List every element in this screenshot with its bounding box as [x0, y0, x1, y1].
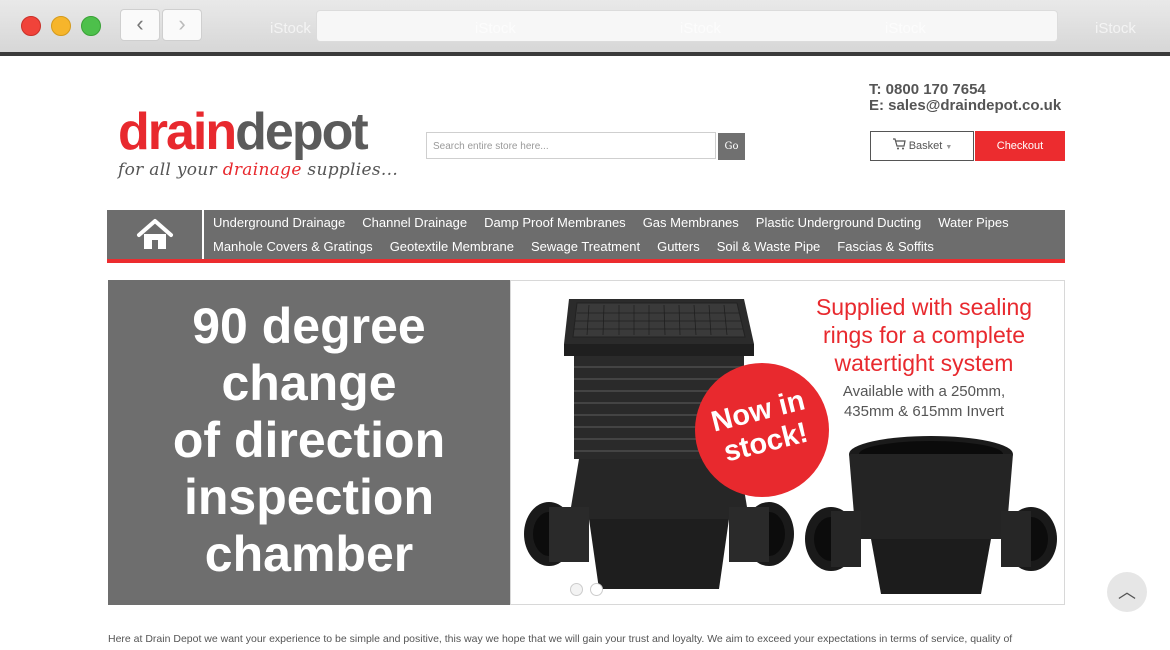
watermark: iStock [475, 20, 516, 37]
nav-row-2: Manhole Covers & Gratings Geotextile Memb… [213, 239, 951, 254]
basket-button[interactable]: Basket ▼ [870, 131, 974, 161]
invert-sizes-text: Available with a 250mm, 435mm & 615mm In… [829, 382, 1019, 422]
tagline-pre: for all your [118, 160, 223, 180]
nav-item-gutters[interactable]: Gutters [657, 239, 700, 254]
chevron-right-icon: › [178, 11, 186, 36]
nav-row-1: Underground Drainage Channel Drainage Damp… [213, 215, 1026, 230]
basket-label: Basket [908, 140, 943, 152]
logo-drain: drain [118, 103, 237, 161]
cart-icon [892, 138, 906, 150]
headline-line: 90 degree [192, 298, 426, 354]
nav-item-channel-drainage[interactable]: Channel Drainage [362, 215, 467, 230]
nav-item-water-pipes[interactable]: Water Pipes [938, 215, 1008, 230]
caret-down-icon: ▼ [945, 144, 953, 151]
main-navigation: Underground Drainage Channel Drainage Damp… [107, 210, 1065, 260]
in-stock-badge: Now in stock! [695, 363, 829, 497]
nav-item-gas-membranes[interactable]: Gas Membranes [643, 215, 739, 230]
scroll-to-top-button[interactable]: ︿ [1107, 572, 1147, 612]
nav-accent-bar [107, 259, 1065, 263]
badge-text: Now in stock! [689, 380, 835, 475]
logo-depot: depot [235, 103, 369, 161]
headline-line: inspection [183, 469, 435, 525]
tagline-accent: drainage [222, 160, 302, 180]
supplied-line: rings for a complete [823, 322, 1025, 348]
logo-wordmark: draindepot [118, 106, 398, 158]
slider-dot-active[interactable] [590, 583, 603, 596]
nav-item-manhole-covers[interactable]: Manhole Covers & Gratings [213, 239, 373, 254]
hero-banner-image[interactable]: Now in stock! Supplied with sealing ring… [510, 280, 1065, 605]
available-line: 435mm & 615mm Invert [843, 403, 1005, 420]
headline-line: change [221, 355, 397, 411]
nav-item-damp-proof-membranes[interactable]: Damp Proof Membranes [484, 215, 626, 230]
chevron-up-icon: ︿ [1118, 582, 1136, 602]
back-button[interactable]: ‹ [120, 9, 160, 41]
nav-item-sewage-treatment[interactable]: Sewage Treatment [531, 239, 640, 254]
available-line: Available with a 250mm, [842, 383, 1006, 400]
sealing-rings-text: Supplied with sealing rings for a comple… [799, 293, 1049, 377]
logo-tagline: for all your drainage supplies... [118, 160, 398, 180]
tagline-post: supplies... [301, 160, 399, 180]
forward-button[interactable]: › [162, 9, 202, 41]
supplied-line: Supplied with sealing [815, 294, 1033, 320]
hero-headline: 90 degree change of direction inspection… [108, 298, 510, 583]
close-window-button[interactable] [21, 16, 41, 36]
home-icon [137, 219, 173, 249]
watermark: iStock [680, 20, 721, 37]
search-button[interactable]: Go [718, 133, 745, 160]
toolbar-divider [0, 52, 1170, 56]
intro-paragraph: Here at Drain Depot we want your experie… [108, 633, 1013, 645]
nav-item-geotextile-membrane[interactable]: Geotextile Membrane [390, 239, 514, 254]
site-logo[interactable]: draindepot for all your drainage supplie… [118, 106, 398, 180]
maximize-window-button[interactable] [81, 16, 101, 36]
nav-item-underground-drainage[interactable]: Underground Drainage [213, 215, 345, 230]
checkout-button[interactable]: Checkout [975, 131, 1065, 161]
home-button[interactable] [107, 210, 204, 260]
hero-banner-text[interactable]: 90 degree change of direction inspection… [108, 280, 510, 605]
chamber-base-image [805, 436, 1057, 594]
phone-number[interactable]: T: 0800 170 7654 [869, 82, 1061, 98]
headline-line: chamber [204, 526, 414, 582]
search-input[interactable]: Search entire store here... [426, 132, 716, 159]
headline-line: of direction [172, 412, 446, 468]
nav-item-soil-waste-pipe[interactable]: Soil & Waste Pipe [717, 239, 821, 254]
nav-item-plastic-underground-ducting[interactable]: Plastic Underground Ducting [756, 215, 921, 230]
email-address[interactable]: E: sales@draindepot.co.uk [869, 98, 1061, 114]
watermark: iStock [1095, 20, 1136, 37]
slider-dot[interactable] [570, 583, 583, 596]
watermark: iStock [270, 20, 311, 37]
nav-item-fascias-soffits[interactable]: Fascias & Soffits [837, 239, 934, 254]
supplied-line: watertight system [834, 350, 1014, 376]
minimize-window-button[interactable] [51, 16, 71, 36]
contact-info: T: 0800 170 7654 E: sales@draindepot.co.… [869, 82, 1061, 114]
chevron-left-icon: ‹ [136, 11, 144, 36]
browser-toolbar: ‹ › iStock iStock iStock iStock iStock [0, 0, 1170, 54]
watermark: iStock [885, 20, 926, 37]
